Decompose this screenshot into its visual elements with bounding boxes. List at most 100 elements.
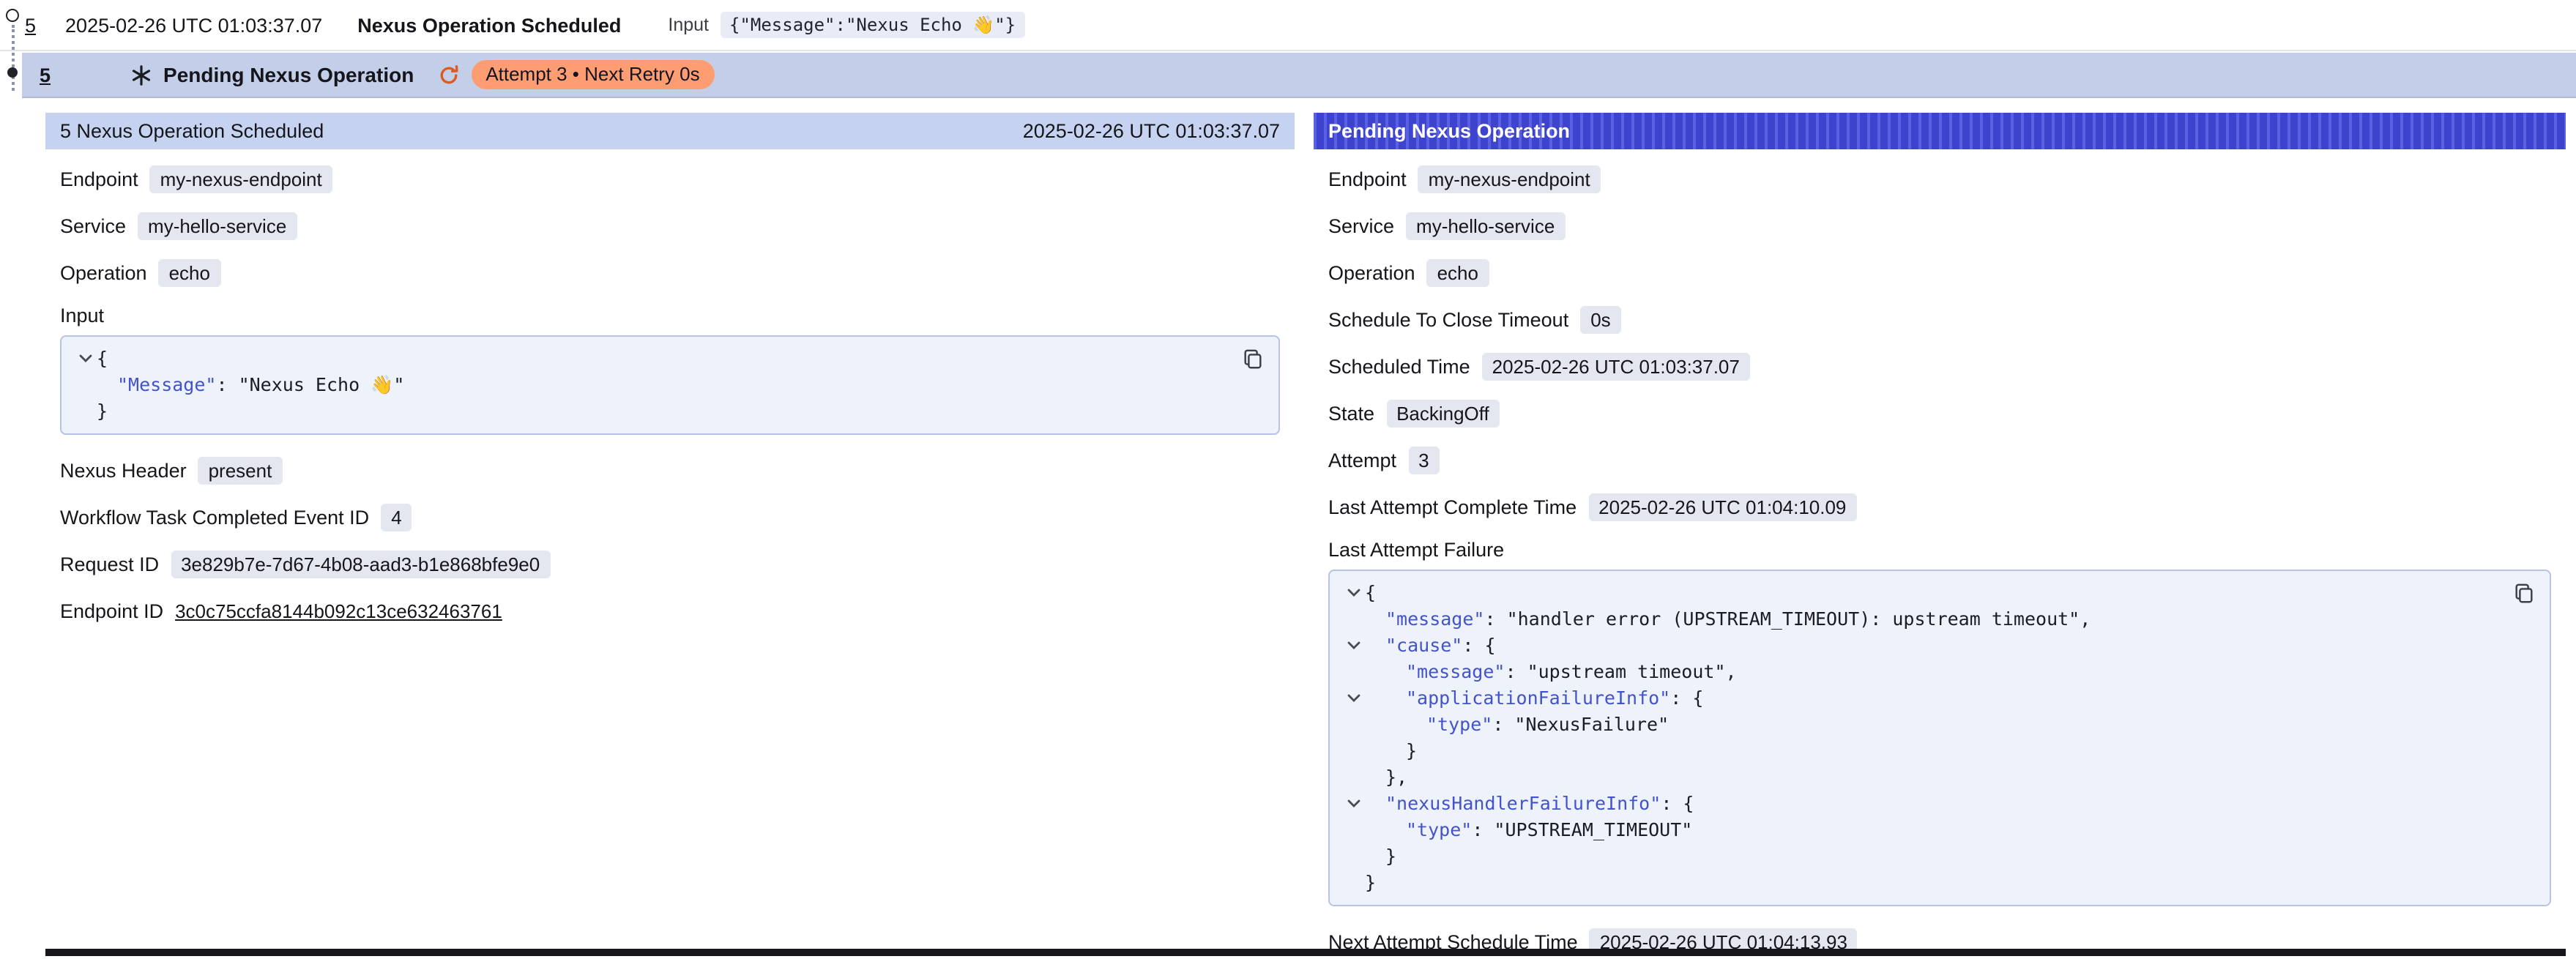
failure-json-lines: {"message": "handler error (UPSTREAM_TIM…	[1341, 580, 2538, 896]
timeline-filled-dot-icon	[7, 67, 18, 78]
field-value-chip: 3e829b7e-7d67-4b08-aad3-b1e868bfe9e0	[171, 551, 550, 578]
pending-detail-body: Endpointmy-nexus-endpointServicemy-hello…	[1314, 149, 2566, 958]
event-timeline	[0, 0, 26, 102]
field-row: StateBackingOff	[1328, 398, 2551, 429]
input-json-block: {"Message": "Nexus Echo 👋"}	[60, 335, 1280, 435]
field-row: Attempt 3	[1328, 445, 2551, 476]
event-row-nexus-operation-scheduled[interactable]: 5 2025-02-26 UTC 01:03:37.07 Nexus Opera…	[0, 0, 2576, 51]
detail-panels: 5 Nexus Operation Scheduled 2025-02-26 U…	[45, 113, 2576, 959]
field-row: Workflow Task Completed Event ID 4	[60, 502, 1280, 533]
input-json-lines: {"Message": "Nexus Echo 👋"}	[73, 346, 1267, 425]
field-label: Service	[1328, 215, 1394, 237]
code-gutter	[1341, 738, 1365, 764]
code-text: }	[1365, 738, 1417, 764]
event-id-link[interactable]: 5	[25, 14, 36, 36]
code-line: }	[1341, 843, 2538, 870]
field-row: Request ID 3e829b7e-7d67-4b08-aad3-b1e868…	[60, 549, 1280, 580]
event-detail-header-title: 5 Nexus Operation Scheduled	[60, 120, 324, 142]
field-row: Last Attempt Complete Time 2025-02-26 UTC…	[1328, 492, 2551, 523]
field-label: Last Attempt Complete Time	[1328, 496, 1577, 518]
code-gutter	[1341, 712, 1365, 738]
pending-detail-header-title: Pending Nexus Operation	[1328, 120, 1570, 142]
field-row: Scheduled Time2025-02-26 UTC 01:03:37.07	[1328, 351, 2551, 382]
pending-nexus-operation-row[interactable]: 5 Pending Nexus Operation Attempt 3 • Ne…	[22, 53, 2576, 98]
collapse-chevron-down-icon[interactable]	[1341, 791, 1365, 817]
right-fields: Endpointmy-nexus-endpointServicemy-hello…	[1328, 164, 2551, 523]
code-gutter	[1341, 606, 1365, 633]
temporal-event-history: 5 2025-02-26 UTC 01:03:37.07 Nexus Opera…	[0, 0, 2576, 956]
code-line: }	[73, 398, 1267, 425]
event-timestamp: 2025-02-26 UTC 01:03:37.07	[65, 14, 322, 36]
field-label: Nexus Header	[60, 460, 187, 482]
field-row: Nexus Header present	[60, 455, 1280, 486]
code-line: "type": "UPSTREAM_TIMEOUT"	[1341, 817, 2538, 843]
code-line: "applicationFailureInfo": {	[1341, 685, 2538, 712]
field-label: Schedule To Close Timeout	[1328, 309, 1568, 331]
event-detail-panel: 5 Nexus Operation Scheduled 2025-02-26 U…	[45, 113, 1295, 959]
field-row: Schedule To Close Timeout 0s	[1328, 305, 2551, 335]
code-line: }	[1341, 870, 2538, 896]
field-label: State	[1328, 403, 1374, 425]
attempt-retry-badge: Attempt 3 • Next Retry 0s	[471, 60, 714, 89]
timeline-circle-outline-icon	[6, 9, 19, 22]
field-value-chip: 2025-02-26 UTC 01:03:37.07	[1482, 353, 1750, 381]
bottom-divider	[45, 949, 2566, 956]
copy-button[interactable]	[1239, 346, 1267, 373]
field-value-chip: 2025-02-26 UTC 01:04:10.09	[1588, 493, 1856, 521]
field-value-link[interactable]: 3c0c75ccfa8144b092c13ce632463761	[175, 600, 502, 622]
pending-operation-detail-panel: Pending Nexus Operation Endpointmy-nexus…	[1314, 113, 2566, 959]
code-gutter	[1341, 764, 1365, 791]
code-line: }	[1341, 738, 2538, 764]
field-value-chip: my-nexus-endpoint	[1418, 165, 1601, 193]
code-text: "type": "NexusFailure"	[1365, 712, 1669, 738]
code-line: "message": "handler error (UPSTREAM_TIME…	[1341, 606, 2538, 633]
field-label: Workflow Task Completed Event ID	[60, 507, 369, 529]
collapse-chevron-down-icon[interactable]	[1341, 580, 1365, 606]
code-text: "message": "handler error (UPSTREAM_TIME…	[1365, 606, 2091, 633]
code-text: }	[97, 398, 108, 425]
code-line: "cause": {	[1341, 633, 2538, 659]
collapse-chevron-down-icon[interactable]	[73, 346, 97, 372]
field-value-chip: present	[198, 457, 283, 485]
code-line: {	[73, 346, 1267, 372]
field-label: Attempt	[1328, 449, 1396, 471]
code-line: "Message": "Nexus Echo 👋"	[73, 372, 1267, 398]
code-text: "nexusHandlerFailureInfo": {	[1365, 791, 1694, 817]
pending-asterisk-icon	[130, 64, 152, 86]
code-text: {	[1365, 580, 1376, 606]
code-line: "nexusHandlerFailureInfo": {	[1341, 791, 2538, 817]
field-value-chip: 3	[1408, 447, 1439, 474]
collapse-chevron-down-icon[interactable]	[1341, 685, 1365, 712]
code-gutter	[73, 372, 97, 398]
event-detail-header: 5 Nexus Operation Scheduled 2025-02-26 U…	[45, 113, 1295, 149]
code-gutter	[1341, 843, 1365, 870]
left-fields-bottom: Nexus Header present Workflow Task Complet…	[60, 455, 1280, 627]
field-value-chip: echo	[159, 259, 220, 287]
field-value-chip: my-hello-service	[1406, 212, 1565, 240]
event-detail-header-time: 2025-02-26 UTC 01:03:37.07	[1023, 120, 1280, 142]
failure-json-block: {"message": "handler error (UPSTREAM_TIM…	[1328, 570, 2551, 906]
field-value-chip: 4	[381, 504, 412, 531]
event-input-preview-chip: {"Message":"Nexus Echo 👋"}	[721, 12, 1024, 38]
collapse-chevron-down-icon[interactable]	[1341, 633, 1365, 659]
code-gutter	[1341, 659, 1365, 685]
code-gutter	[1341, 870, 1365, 896]
code-text: "Message": "Nexus Echo 👋"	[97, 372, 404, 398]
failure-section-label: Last Attempt Failure	[1328, 539, 2551, 561]
input-section-label: Input	[60, 305, 1280, 326]
pending-operation-title: Pending Nexus Operation	[163, 63, 414, 86]
copy-button[interactable]	[2510, 580, 2538, 608]
code-text: "message": "upstream timeout",	[1365, 659, 1737, 685]
field-value-chip: my-nexus-endpoint	[150, 165, 332, 193]
field-value-chip: echo	[1427, 259, 1489, 287]
field-value-chip: 0s	[1580, 306, 1620, 334]
retry-circular-arrow-icon	[437, 64, 459, 86]
pending-event-id-link[interactable]: 5	[40, 64, 51, 86]
field-value-chip: my-hello-service	[138, 212, 297, 240]
field-row: Service my-hello-service	[1328, 211, 2551, 242]
field-label: Request ID	[60, 553, 159, 575]
field-label: Service	[60, 215, 126, 237]
code-text: }	[1365, 843, 1396, 870]
timeline-connector	[12, 25, 15, 91]
field-label: Endpoint ID	[60, 600, 163, 622]
